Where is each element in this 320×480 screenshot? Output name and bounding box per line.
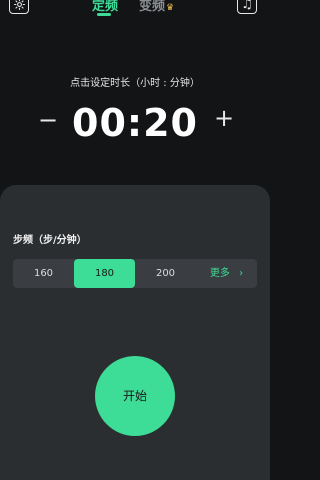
music-note-icon[interactable]: ♫ (237, 0, 257, 14)
duration-prompt[interactable]: 点击设定时长（小时 : 分钟） (0, 74, 270, 89)
more-options-label: 更多 (209, 268, 230, 279)
tab-fixed-frequency[interactable]: 定频 (92, 0, 118, 14)
top-bar: 定频 变频♛ ♫ (0, 0, 270, 22)
timer-row: − 00:20 + (0, 100, 270, 150)
start-button[interactable]: 开始 (95, 356, 175, 436)
cadence-option-180[interactable]: 180 (74, 259, 135, 288)
tab-variable-frequency-label: 变频 (139, 0, 166, 14)
tab-fixed-frequency-label: 定频 (92, 0, 119, 14)
cadence-selector: 160 180 200 更多 › (13, 259, 257, 288)
cadence-option-200[interactable]: 200 (135, 259, 196, 288)
tab-variable-frequency[interactable]: 变频♛ (139, 0, 174, 14)
cadence-title: 步频（步/分钟） (13, 235, 87, 246)
chevron-right-icon: › (239, 268, 244, 279)
gear-icon-graphic (13, 0, 25, 10)
gear-icon[interactable] (9, 0, 29, 14)
music-note-glyph: ♫ (241, 0, 253, 12)
crown-icon: ♛ (166, 3, 175, 13)
active-tab-indicator (97, 13, 111, 16)
cadence-option-160[interactable]: 160 (13, 259, 74, 288)
increase-button[interactable]: + (214, 104, 234, 132)
more-options-button[interactable]: 更多 › (196, 259, 257, 288)
